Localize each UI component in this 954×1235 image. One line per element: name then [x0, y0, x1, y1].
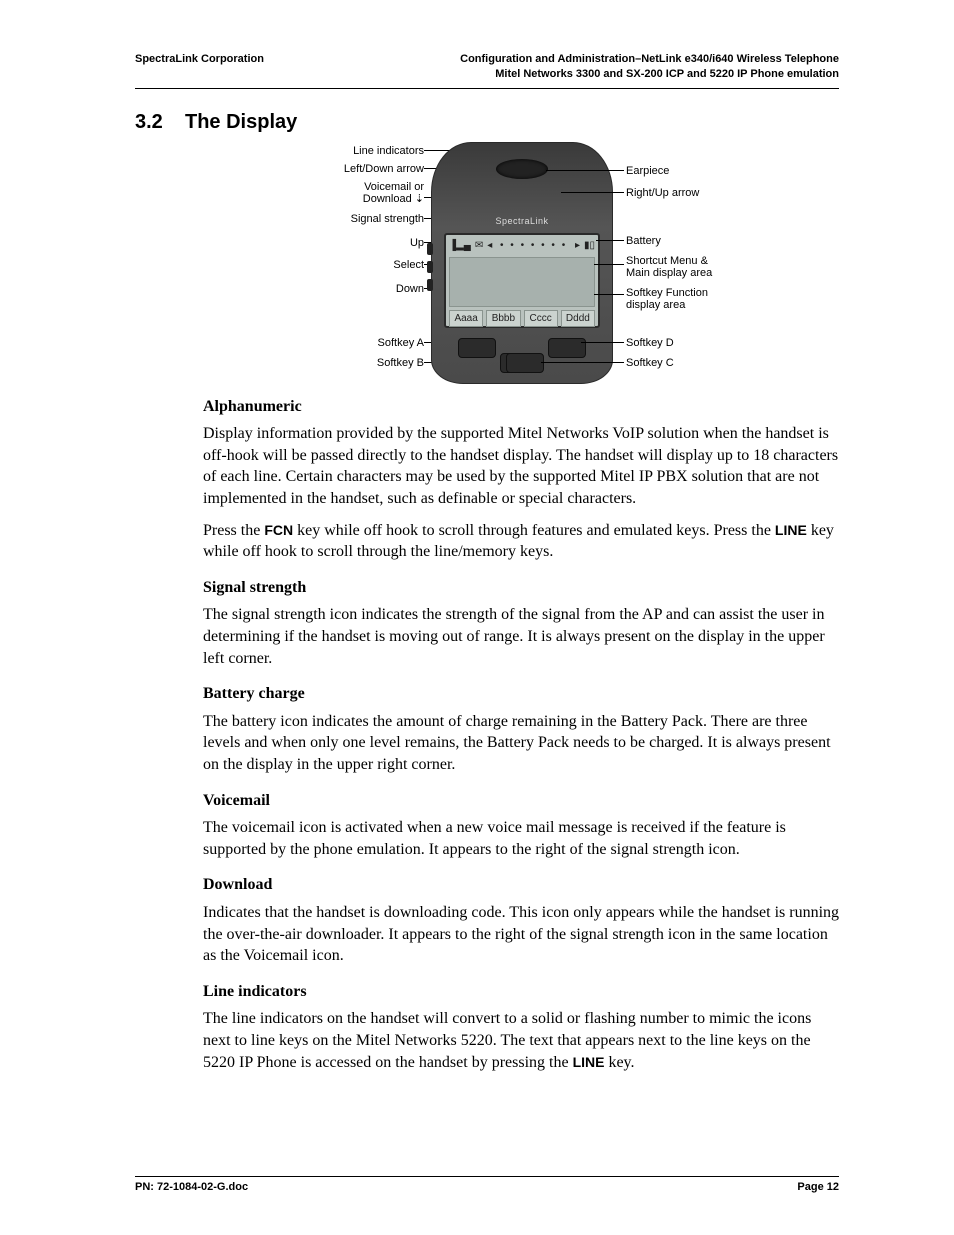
footer-pn: PN: 72-1084-02-G.doc — [135, 1180, 248, 1195]
label-softkey-b: Softkey B — [306, 356, 424, 371]
heading-voicemail: Voicemail — [203, 790, 839, 812]
label-softkey-a: Softkey A — [306, 336, 424, 351]
para-alphanumeric: Display information provided by the supp… — [203, 423, 839, 509]
para-line-indicators: The line indicators on the handset will … — [203, 1008, 839, 1073]
softkey-label-a: Aaaa — [449, 310, 483, 328]
softkey-label-c: Cccc — [524, 310, 558, 328]
header-right-line1: Configuration and Administration–NetLink… — [460, 52, 839, 67]
section-title: The Display — [185, 111, 297, 133]
para-signal: The signal strength icon indicates the s… — [203, 604, 839, 669]
section-number: 3.2 — [135, 109, 185, 136]
header-left: SpectraLink Corporation — [135, 52, 264, 67]
label-select: Select — [306, 258, 424, 273]
download-icon: ⇣ — [415, 193, 424, 205]
heading-download: Download — [203, 874, 839, 896]
footer-page: Page 12 — [797, 1180, 839, 1195]
footer-rule — [135, 1176, 839, 1177]
label-down: Down — [306, 282, 424, 297]
earpiece-icon — [496, 159, 548, 179]
label-earpiece: Earpiece — [626, 164, 669, 179]
mail-icon: ✉ — [475, 239, 483, 253]
battery-icon: ▮▯ — [584, 239, 595, 253]
heading-line-indicators: Line indicators — [203, 981, 839, 1003]
handset-diagram: Line indicators Left/Down arrow Voicemai… — [306, 142, 736, 382]
hardkey-c — [506, 353, 544, 373]
hardkey-d — [548, 338, 586, 358]
heading-signal: Signal strength — [203, 577, 839, 599]
label-shortcut-b: Main display area — [626, 266, 712, 281]
hardkey-a — [458, 338, 496, 358]
header-rule — [135, 88, 839, 89]
header-right: Configuration and Administration–NetLink… — [460, 52, 839, 82]
header-right-line2: Mitel Networks 3300 and SX-200 ICP and 5… — [460, 67, 839, 82]
left-arrow-icon: ◂ — [487, 239, 492, 253]
para-battery: The battery icon indicates the amount of… — [203, 711, 839, 776]
signal-icon: ▐▂▄ — [449, 239, 471, 253]
label-softkey-d: Softkey D — [626, 336, 674, 351]
device-screen: ▐▂▄ ✉ ◂ • • • • • • • ▸ ▮▯ Aaaa Bbbb Ccc… — [444, 233, 600, 328]
device-brand: SpectraLink — [495, 215, 548, 227]
label-up: Up — [306, 236, 424, 251]
para-voicemail: The voicemail icon is activated when a n… — [203, 817, 839, 860]
label-signal-strength: Signal strength — [306, 212, 424, 227]
key-fcn: FCN — [264, 522, 293, 538]
heading-alphanumeric: Alphanumeric — [203, 396, 839, 418]
label-battery: Battery — [626, 234, 661, 249]
side-button-select — [427, 261, 433, 273]
label-left-down-arrow: Left/Down arrow — [306, 162, 424, 177]
label-right-up-arrow: Right/Up arrow — [626, 186, 699, 201]
side-button-down — [427, 279, 433, 291]
device-body: SpectraLink ▐▂▄ ✉ ◂ • • • • • • • ▸ ▮▯ — [431, 142, 613, 384]
main-display-area — [449, 257, 595, 307]
key-line-1: LINE — [775, 522, 807, 538]
para-press-fcn-line: Press the FCN key while off hook to scro… — [203, 520, 839, 563]
key-line-2: LINE — [573, 1054, 605, 1070]
label-voicemail-download-b: Download ⇣ — [306, 192, 424, 207]
label-softkey-c: Softkey C — [626, 356, 674, 371]
softkey-label-d: Dddd — [561, 310, 595, 328]
heading-battery: Battery charge — [203, 683, 839, 705]
right-arrow-icon: ▸ — [575, 239, 580, 253]
label-softfn-b: display area — [626, 298, 685, 313]
line-indicator-dots: • • • • • • • — [496, 239, 571, 253]
side-button-up — [427, 243, 433, 255]
label-line-indicators: Line indicators — [306, 144, 424, 159]
para-download: Indicates that the handset is downloadin… — [203, 902, 839, 967]
softkey-label-b: Bbbb — [486, 310, 520, 328]
section-heading: 3.2The Display — [135, 109, 839, 136]
softkey-row: Aaaa Bbbb Cccc Dddd — [449, 310, 595, 328]
